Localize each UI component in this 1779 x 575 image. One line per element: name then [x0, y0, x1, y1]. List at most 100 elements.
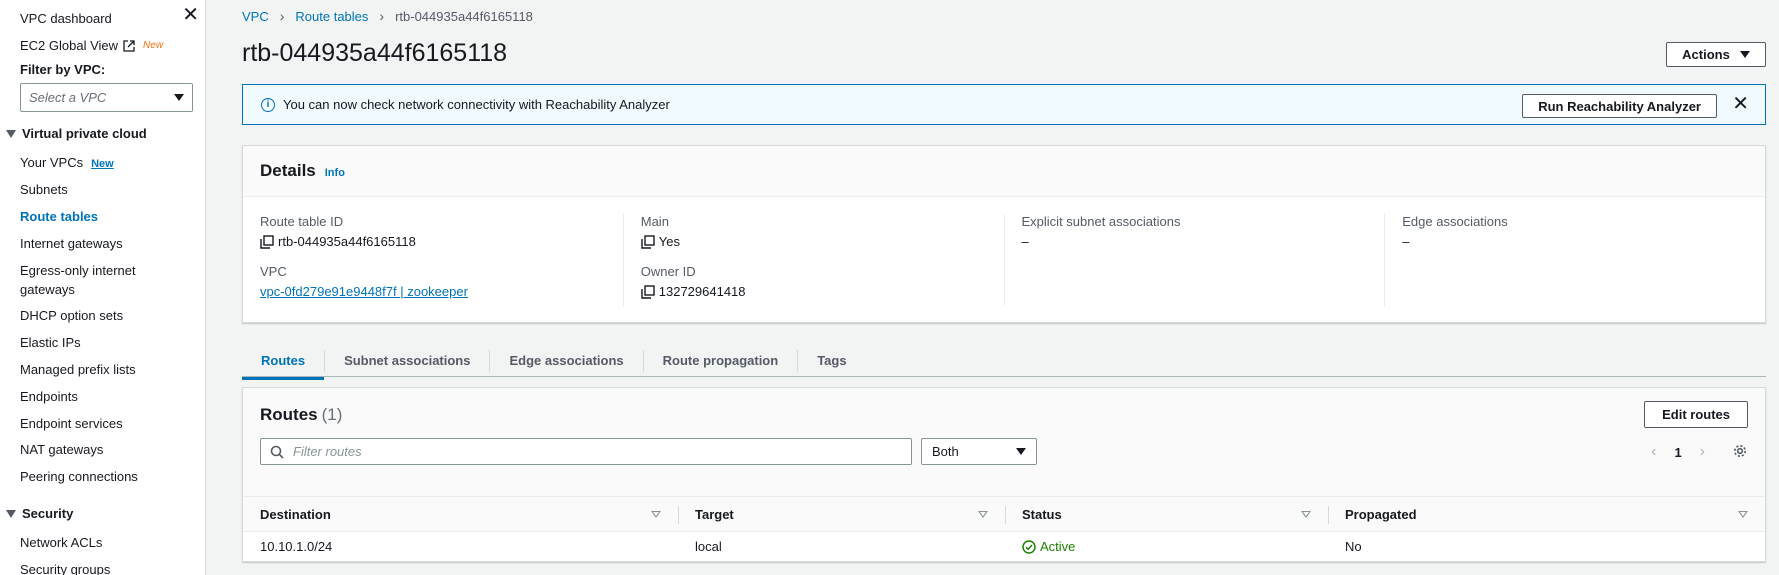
- route-filter-field[interactable]: [260, 438, 912, 465]
- section-security[interactable]: Security: [6, 506, 73, 521]
- actions-label: Actions: [1682, 47, 1730, 62]
- details-header: Details Info: [243, 146, 1765, 197]
- side-navigation: VPC dashboard ✕ EC2 Global View New Filt…: [0, 0, 206, 575]
- table-row[interactable]: 10.10.1.0/24 local Active No: [243, 532, 1765, 561]
- vpc-filter-select[interactable]: Select a VPC: [20, 83, 193, 112]
- vpc-link[interactable]: vpc-0fd279e91e9448f7f | zookeeper: [260, 284, 623, 299]
- vpc-label: VPC: [260, 264, 287, 279]
- actions-button[interactable]: Actions: [1666, 42, 1766, 67]
- sort-icon[interactable]: [978, 510, 988, 518]
- sidebar-item-peering-connections[interactable]: Peering connections: [20, 467, 180, 486]
- tab-edge-associations[interactable]: Edge associations: [489, 349, 642, 372]
- external-link-icon: [123, 39, 135, 52]
- caret-down-icon: [6, 509, 16, 518]
- gear-icon[interactable]: [1732, 443, 1748, 459]
- column-header-destination[interactable]: Destination: [243, 497, 678, 531]
- caret-down-icon: [1739, 51, 1750, 58]
- chevron-right-icon: ›: [379, 8, 385, 24]
- cell-status: Active: [1005, 532, 1328, 561]
- sidebar-header: VPC dashboard ✕ EC2 Global View New Filt…: [20, 5, 199, 112]
- sidebar-item-nat-gateways[interactable]: NAT gateways: [20, 440, 180, 459]
- page-number[interactable]: 1: [1674, 445, 1681, 460]
- filter-by-vpc-label: Filter by VPC:: [20, 62, 106, 77]
- routes-title: Routes (1): [260, 405, 342, 425]
- main-value-text: Yes: [658, 234, 680, 249]
- sidebar-item-internet-gateways[interactable]: Internet gateways: [20, 234, 180, 253]
- sidebar-item-your-vpcs[interactable]: Your VPCs New: [20, 153, 180, 174]
- details-column-2: Main Yes Owner ID 132729641418: [622, 214, 1004, 306]
- copy-icon[interactable]: [641, 285, 655, 299]
- sidebar-item-ec2-global-view[interactable]: EC2 Global View New: [20, 32, 195, 59]
- tab-routes[interactable]: Routes: [242, 350, 325, 380]
- copy-icon[interactable]: [260, 235, 274, 249]
- section-virtual-private-cloud[interactable]: Virtual private cloud: [6, 126, 147, 141]
- check-circle-icon: [1022, 539, 1036, 554]
- sidebar-item-endpoint-services[interactable]: Endpoint services: [20, 414, 180, 433]
- info-icon: i: [261, 97, 275, 112]
- sidebar-item-endpoints[interactable]: Endpoints: [20, 387, 180, 406]
- breadcrumb-vpc[interactable]: VPC: [242, 9, 269, 24]
- route-table-id-text: rtb-044935a44f6165118: [278, 234, 416, 249]
- new-badge: New: [143, 40, 164, 51]
- routes-panel: Routes(1) Edit routes Both ‹ 1 ›: [242, 387, 1766, 562]
- edit-routes-button[interactable]: Edit routes: [1644, 401, 1748, 428]
- breadcrumb-route-tables[interactable]: Route tables: [295, 9, 368, 24]
- details-column-3: Explicit subnet associations –: [1003, 214, 1385, 306]
- route-type-select[interactable]: Both: [921, 438, 1037, 465]
- details-column-1: Route table ID rtb-044935a44f6165118 VPC…: [243, 214, 623, 306]
- chevron-right-icon[interactable]: ›: [1700, 443, 1705, 461]
- column-header-status[interactable]: Status: [1005, 497, 1328, 531]
- breadcrumb-current: rtb-044935a44f6165118: [395, 8, 533, 24]
- run-reachability-analyzer-button[interactable]: Run Reachability Analyzer: [1522, 94, 1717, 118]
- tab-tags[interactable]: Tags: [797, 349, 865, 372]
- sort-icon[interactable]: [1301, 510, 1311, 518]
- sidebar-item-security-groups[interactable]: Security groups: [20, 560, 180, 575]
- route-type-value: Both: [932, 444, 959, 459]
- vpc-dashboard-link[interactable]: VPC dashboard: [20, 11, 112, 26]
- sidebar-item-egress-only-internet-gateways[interactable]: Egress-only internet gateways: [20, 261, 150, 299]
- caret-down-icon: [1016, 448, 1026, 455]
- owner-id-text: 132729641418: [658, 284, 746, 299]
- flash-message: You can now check network connectivity w…: [283, 97, 670, 112]
- info-link[interactable]: Info: [325, 167, 345, 179]
- breadcrumb: VPC › Route tables › rtb-044935a44f61651…: [242, 8, 533, 24]
- main-value: Yes: [641, 234, 1004, 250]
- column-header-propagated[interactable]: Propagated: [1328, 497, 1765, 531]
- column-label: Target: [695, 506, 734, 522]
- status-badge: Active: [1022, 539, 1075, 554]
- sidebar-item-managed-prefix-lists[interactable]: Managed prefix lists: [20, 360, 180, 379]
- pagination: ‹ 1 ›: [1651, 443, 1705, 461]
- search-input[interactable]: [293, 444, 893, 459]
- owner-id-label: Owner ID: [640, 264, 696, 279]
- routes-count: (1): [321, 405, 343, 424]
- vpc-filter-placeholder: Select a VPC: [29, 90, 107, 105]
- column-header-target[interactable]: Target: [678, 497, 1005, 531]
- details-column-4: Edge associations –: [1384, 214, 1765, 306]
- reachability-flashbar: i You can now check network connectivity…: [242, 84, 1766, 125]
- route-table-id-label: Route table ID: [260, 214, 344, 229]
- page-title: rtb-044935a44f6165118: [242, 39, 508, 67]
- sidebar-item-network-acls[interactable]: Network ACLs: [20, 533, 180, 552]
- close-icon[interactable]: ✕: [1732, 93, 1749, 115]
- sidebar-item-label: Your VPCs: [20, 155, 84, 170]
- ec2-global-view-link[interactable]: EC2 Global View: [20, 38, 118, 53]
- close-nav-icon[interactable]: ✕: [182, 5, 199, 25]
- sort-icon[interactable]: [1738, 510, 1748, 518]
- sidebar-item-vpc-dashboard[interactable]: VPC dashboard: [20, 5, 195, 32]
- sort-icon[interactable]: [651, 510, 661, 518]
- section-title: Security: [22, 506, 74, 521]
- owner-id-value: 132729641418: [641, 284, 1004, 300]
- tab-subnet-associations[interactable]: Subnet associations: [324, 349, 489, 372]
- cell-target: local: [695, 539, 722, 554]
- status-text: Active: [1040, 539, 1076, 554]
- sidebar-item-dhcp-option-sets[interactable]: DHCP option sets: [20, 306, 180, 325]
- sidebar-item-route-tables[interactable]: Route tables: [20, 207, 180, 226]
- main-label: Main: [640, 214, 669, 229]
- cell-destination: 10.10.1.0/24: [260, 539, 333, 554]
- sidebar-item-subnets[interactable]: Subnets: [20, 180, 180, 199]
- sidebar-item-elastic-ips[interactable]: Elastic IPs: [20, 333, 180, 352]
- chevron-left-icon[interactable]: ‹: [1651, 443, 1656, 461]
- edge-associations-label: Edge associations: [1402, 214, 1508, 229]
- copy-icon[interactable]: [641, 235, 655, 249]
- tab-route-propagation[interactable]: Route propagation: [642, 349, 798, 372]
